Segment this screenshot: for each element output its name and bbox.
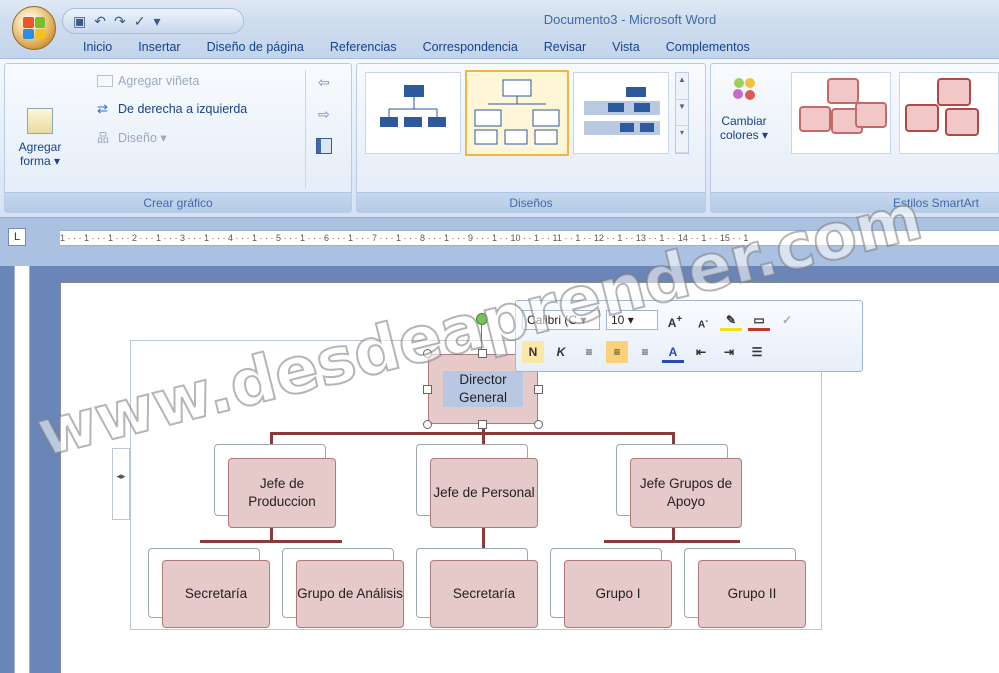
office-button[interactable] [12,6,56,50]
highlight-icon[interactable]: ✎ [720,309,742,331]
scroll-down-icon[interactable]: ▼ [676,100,688,127]
resize-handle[interactable] [534,385,543,394]
horizontal-ruler[interactable]: 1 · · · 1 · · · 1 · · · 2 · · · 1 · · · … [60,230,999,246]
node-manager-produccion[interactable]: Jefe de Produccion [228,458,336,528]
node-manager-personal[interactable]: Jefe de Personal [430,458,538,528]
font-color-icon[interactable]: A [662,341,684,363]
style-gallery-item-2[interactable] [899,72,999,154]
promote-icon[interactable]: ⇦ [318,74,330,91]
change-colors-button[interactable]: Cambiar colores ▾ [715,74,773,142]
tab-inicio[interactable]: Inicio [70,36,125,58]
mini-toolbar: Calibri (C ▾ 10 ▾ A+ A- ✎ ▭ ✓ N K ≡ ≡ ≡ … [515,300,863,372]
check-icon[interactable]: ✓ [134,13,146,30]
ribbon: Agregar forma ▾ Agregar viñeta ⇄ De dere… [0,58,999,218]
tab-referencias[interactable]: Referencias [317,36,410,58]
bullet-icon [97,75,113,87]
group-crear-grafico: Agregar forma ▾ Agregar viñeta ⇄ De dere… [4,63,352,213]
office-logo-icon [23,17,45,39]
connector-level1 [270,432,674,435]
node-manager-apoyo[interactable]: Jefe Grupos de Apoyo [630,458,742,528]
connector-apoyo-down [672,528,675,542]
color-palette-icon [733,78,755,100]
style-preview-icon [799,78,887,134]
rotate-line [481,324,482,350]
title-bar: ▣ ↶ ↷ ✓ ▾ Documento3 - Microsoft Word In… [0,0,999,58]
qat-dropdown-icon[interactable]: ▾ [153,13,160,30]
connector-prod-down [270,528,273,542]
hierarchy-layout-icon [584,87,660,135]
bullets-icon[interactable]: ☰ [746,341,768,363]
align-left-icon[interactable]: ≡ [578,341,600,363]
tab-insertar[interactable]: Insertar [125,36,193,58]
layout-gallery-item-3[interactable] [573,72,669,154]
undo-icon[interactable]: ↶ [94,13,106,30]
layout-gallery-item-2-selected[interactable] [465,70,569,156]
org-chart-outline-layout-icon [474,79,560,145]
ruler-bar: L 1 · · · 1 · · · 1 · · · 2 · · · 1 · · … [0,218,999,266]
scroll-up-icon[interactable]: ▲ [676,73,688,100]
node-staff-grupo-i[interactable]: Grupo I [564,560,672,628]
layout-gallery-scroll[interactable]: ▲ ▼ ▾ [675,72,689,154]
resize-handle[interactable] [478,420,487,429]
tab-vista[interactable]: Vista [599,36,653,58]
mini-toolbar-row-2: N K ≡ ≡ ≡ A ⇤ ⇥ ☰ [522,341,768,363]
group-disenos: ▲ ▼ ▾ Diseños [356,63,706,213]
org-chart-layout-icon [380,85,446,127]
font-color-dropdown-icon[interactable]: ▭ [748,309,770,331]
tab-revisar[interactable]: Revisar [531,36,599,58]
demote-icon[interactable]: ⇨ [318,106,330,123]
resize-handle[interactable] [478,349,487,358]
align-right-icon[interactable]: ≡ [634,341,656,363]
vertical-ruler[interactable] [14,266,30,673]
format-painter-icon[interactable]: ✓ [776,309,798,331]
add-shape-button[interactable]: Agregar forma ▾ [13,108,67,168]
right-to-left-button[interactable]: ⇄ De derecha a izquierda [97,102,247,116]
swap-arrows-icon: ⇄ [97,101,108,116]
layout-icon: 品 [97,130,110,145]
tab-correspondencia[interactable]: Correspondencia [410,36,531,58]
node-staff-secretaria-1[interactable]: Secretaría [162,560,270,628]
quick-access-toolbar: ▣ ↶ ↷ ✓ ▾ [62,8,244,34]
tab-diseno-de-pagina[interactable]: Diseño de página [194,36,317,58]
node-staff-secretaria-2[interactable]: Secretaría [430,560,538,628]
group-label-estilos-smartart: Estilos SmartArt [711,192,999,212]
add-shape-icon [27,108,53,134]
promote-demote-panel: ⇦ ⇨ [305,70,345,188]
align-center-icon[interactable]: ≡ [606,341,628,363]
style-gallery-item-1[interactable] [791,72,891,154]
layout-dropdown-button[interactable]: 品 Diseño ▾ [97,130,167,145]
rotate-handle[interactable] [476,313,488,325]
resize-handle[interactable] [534,420,543,429]
grow-font-icon[interactable]: A+ [664,309,686,331]
node-staff-grupo-analisis[interactable]: Grupo de Análisis [296,560,404,628]
mini-toolbar-row-1: Calibri (C ▾ 10 ▾ A+ A- ✎ ▭ ✓ [522,309,798,331]
resize-handle[interactable] [423,385,432,394]
redo-icon[interactable]: ↷ [114,13,126,30]
font-size-box[interactable]: 10 ▾ [606,310,658,330]
tab-selector-icon[interactable]: L [8,228,26,246]
tab-complementos[interactable]: Complementos [653,36,763,58]
layout-gallery-item-1[interactable] [365,72,461,154]
save-icon[interactable]: ▣ [73,13,86,30]
resize-handle[interactable] [423,349,432,358]
shrink-font-icon[interactable]: A- [692,309,714,331]
node-staff-grupo-ii[interactable]: Grupo II [698,560,806,628]
decrease-indent-icon[interactable]: ⇤ [690,341,712,363]
increase-indent-icon[interactable]: ⇥ [718,341,740,363]
text-pane-toggle[interactable]: ◂▸ [112,448,130,520]
font-name-box[interactable]: Calibri (C ▾ [522,310,600,330]
italic-icon[interactable]: K [550,341,572,363]
bold-icon[interactable]: N [522,341,544,363]
ribbon-tabs: Inicio Insertar Diseño de página Referen… [70,36,763,58]
group-estilos-smartart: Cambiar colores ▾ Estilos SmartArt [710,63,999,213]
window-title: Documento3 - Microsoft Word [543,12,717,27]
more-icon[interactable]: ▾ [676,126,688,154]
group-label-crear-grafico: Crear gráfico [5,192,351,212]
resize-handle[interactable] [423,420,432,429]
group-label-disenos: Diseños [357,192,705,212]
text-pane-icon[interactable] [316,138,332,154]
add-bullet-button[interactable]: Agregar viñeta [97,74,199,88]
style-preview-3d-icon [905,78,979,136]
